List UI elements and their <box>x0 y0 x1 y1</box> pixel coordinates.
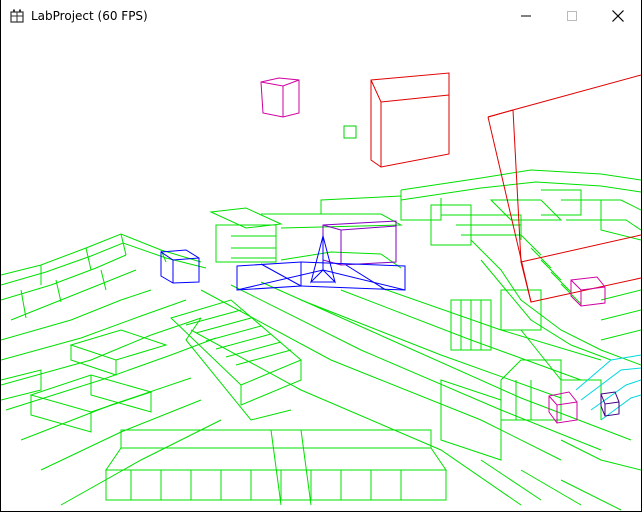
app-window: LabProject (60 FPS) <box>0 0 642 512</box>
window-controls <box>503 0 641 31</box>
close-icon <box>612 9 624 22</box>
minimize-icon <box>521 11 531 21</box>
close-button[interactable] <box>595 0 641 31</box>
purple-cube <box>322 220 397 266</box>
magenta-cube-bottom <box>548 391 578 424</box>
magenta-cube-right <box>570 276 606 307</box>
dark-cube <box>600 391 620 417</box>
cyan-structure <box>575 354 641 421</box>
window-title: LabProject (60 FPS) <box>31 8 148 23</box>
small-green-cube <box>343 125 357 139</box>
minimize-button[interactable] <box>503 0 549 31</box>
maximize-icon <box>567 10 577 21</box>
wireframe-scene <box>1 72 641 511</box>
red-cube <box>370 72 450 168</box>
magenta-cube-top <box>260 77 300 118</box>
maximize-button[interactable] <box>549 0 595 31</box>
player-model <box>160 234 406 291</box>
terrain-wireframe <box>1 169 641 511</box>
title-bar[interactable]: LabProject (60 FPS) <box>1 0 641 31</box>
render-viewport[interactable] <box>1 31 641 511</box>
app-window-icon <box>9 8 25 24</box>
